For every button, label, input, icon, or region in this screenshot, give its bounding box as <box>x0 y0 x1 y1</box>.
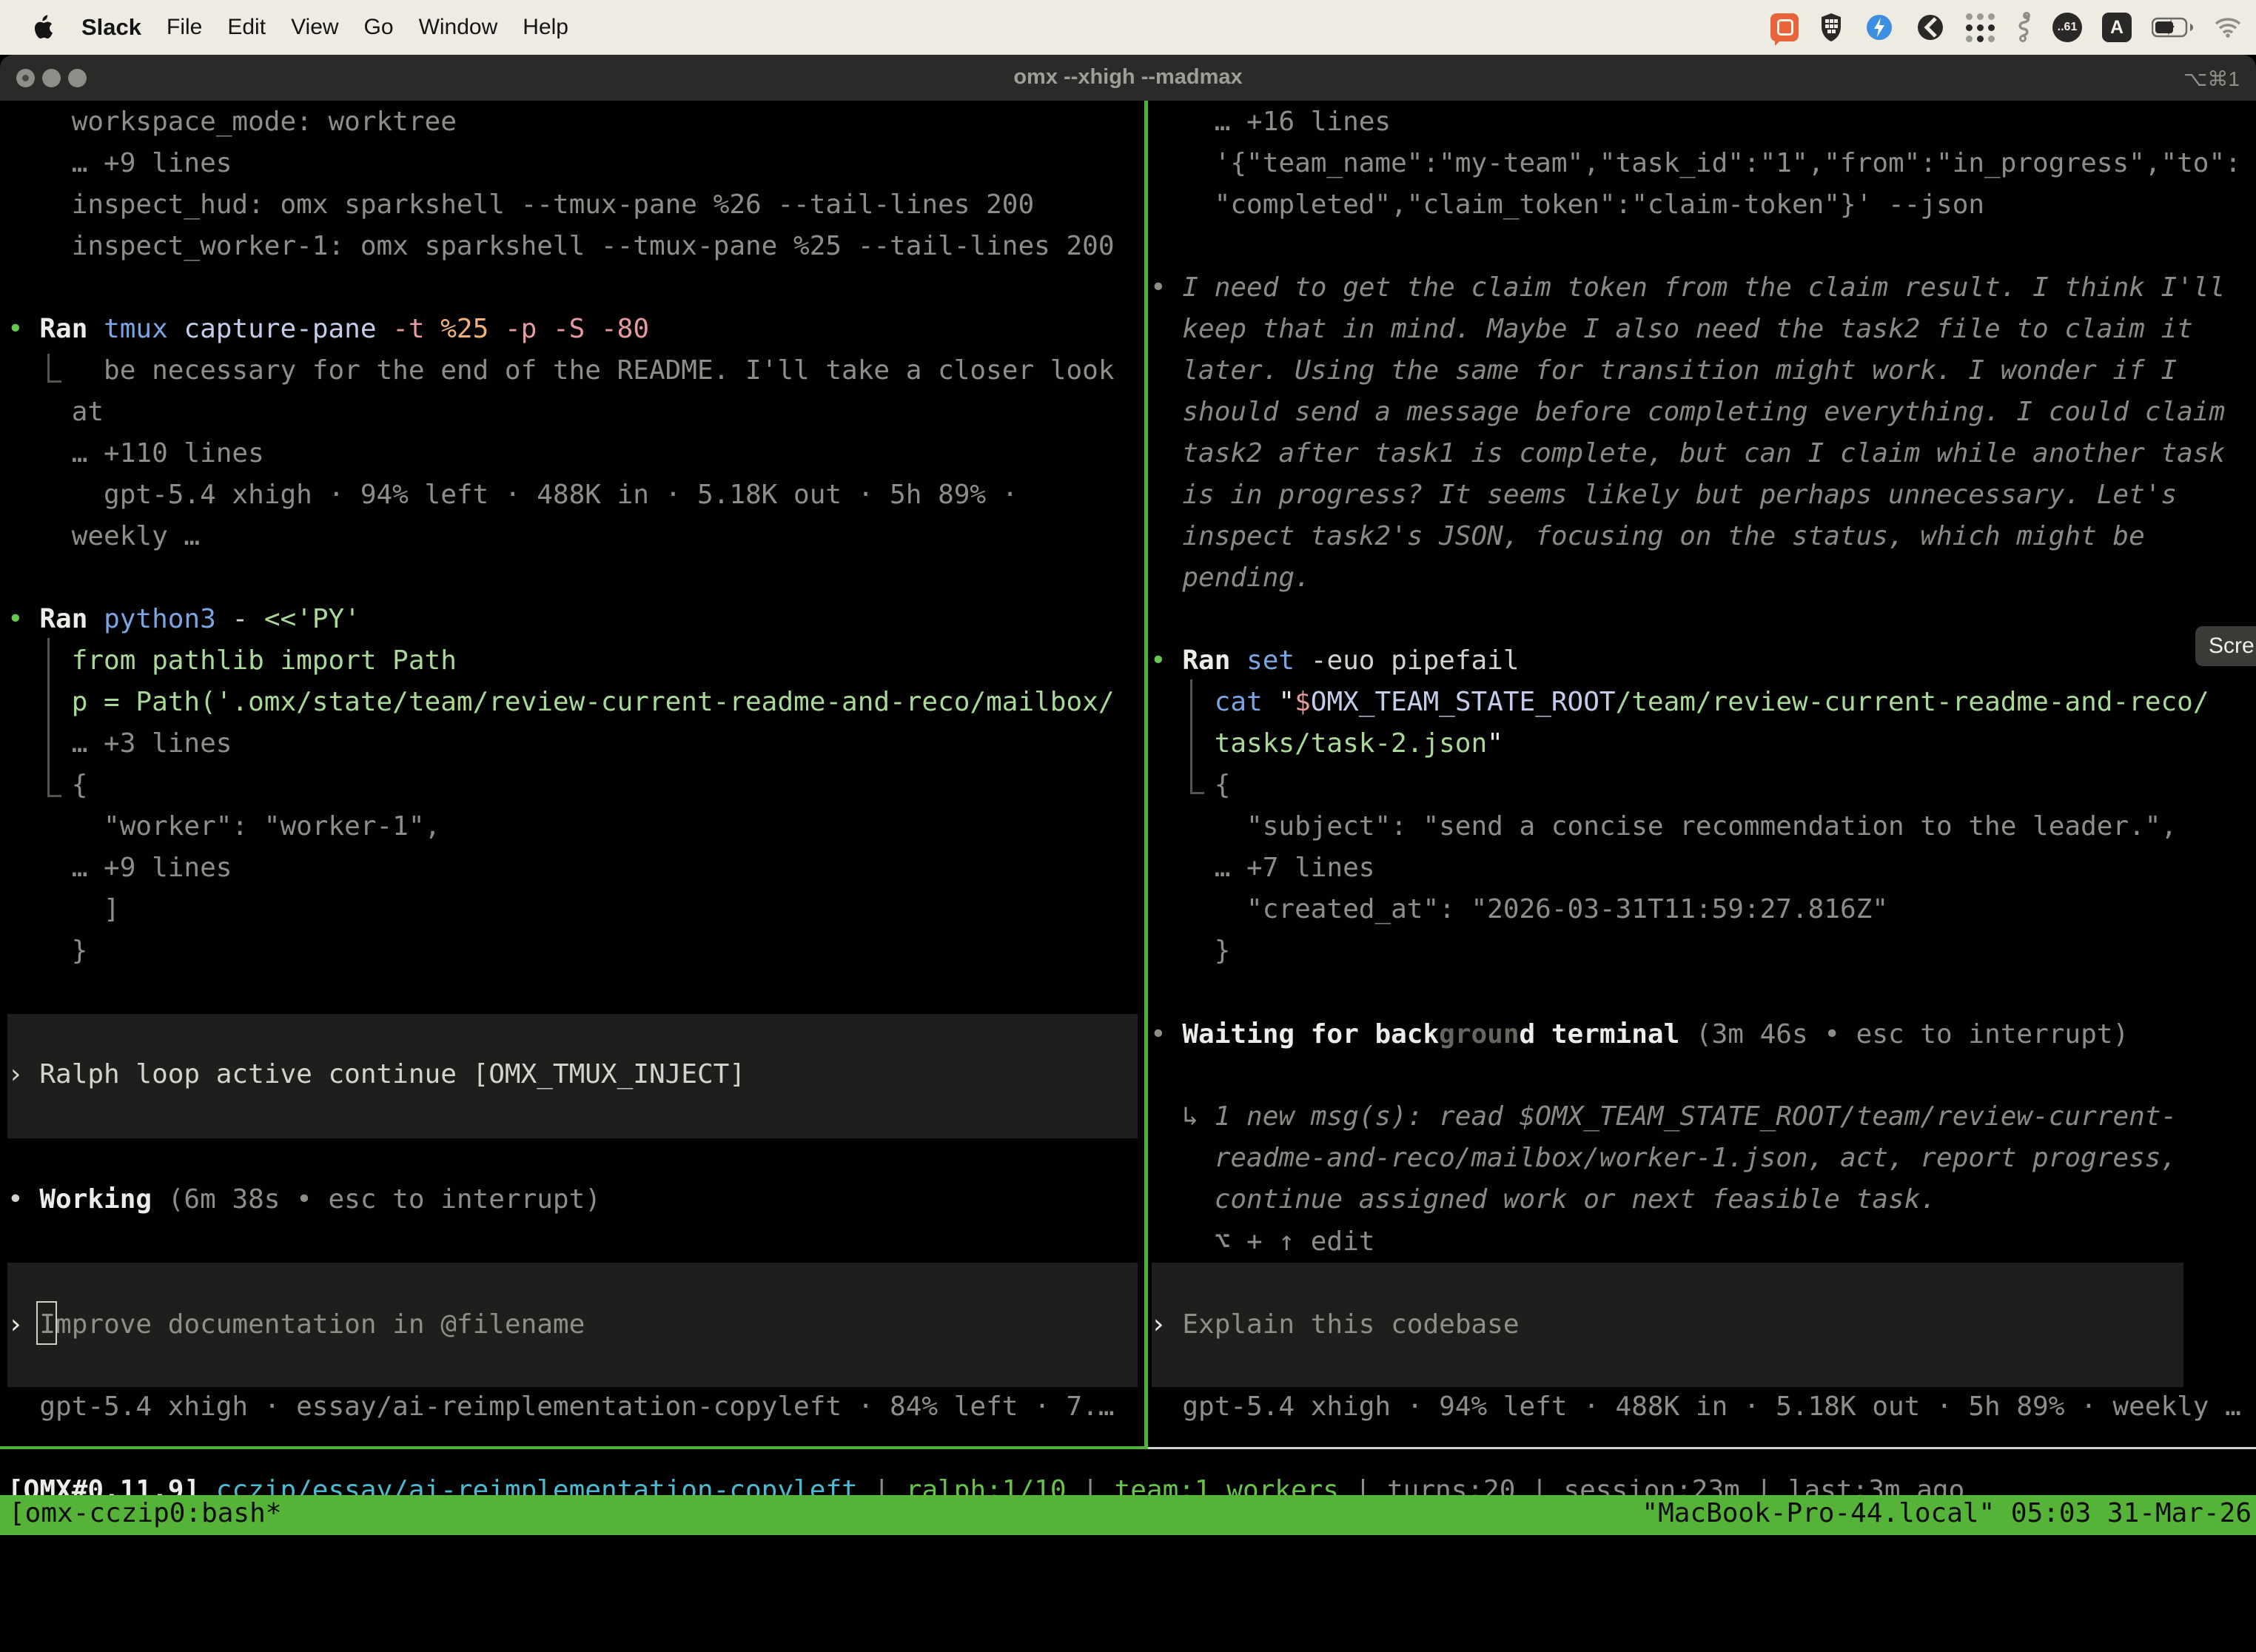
right-pane-border <box>1148 1447 2256 1449</box>
left-pane-line: inspect_hud: omx sparkshell --tmux-pane … <box>7 184 1034 226</box>
right-pane-line: › Explain this codebase <box>1150 1304 1520 1346</box>
menu-item-help[interactable]: Help <box>523 15 568 40</box>
right-pane-line: is in progress? It seems likely but perh… <box>1150 474 2177 516</box>
left-pane-line: … +3 lines <box>7 723 232 765</box>
window-titlebar: omx --xhigh --madmax ⌥⌘1 <box>0 55 2256 101</box>
left-pane-line: • Ran tmux capture-pane -t %25 -p -S -80 <box>7 309 649 350</box>
left-pane-line: … +110 lines <box>7 433 264 474</box>
right-pane-line: } <box>1150 930 1230 972</box>
left-pane-line: be necessary for the end of the README. … <box>7 350 1115 392</box>
window-title: omx --xhigh --madmax <box>0 65 2256 90</box>
left-pane-line: from pathlib import Path <box>7 640 457 682</box>
right-pane-line: cat "$OMX_TEAM_STATE_ROOT/team/review-cu… <box>1150 682 2209 723</box>
input-source-icon[interactable]: A <box>2102 11 2132 44</box>
left-pane-line: • Ran python3 - <<'PY' <box>7 599 360 640</box>
count-badge-icon[interactable]: ..61 <box>2052 11 2082 44</box>
notched-circle-icon[interactable] <box>1915 11 1946 44</box>
pane-divider[interactable] <box>1144 101 1148 1449</box>
right-pane-line: later. Using the same for transition mig… <box>1150 350 2177 392</box>
window-shortcut: ⌥⌘1 <box>2183 67 2240 91</box>
right-pane-line: "subject": "send a concise recommendatio… <box>1150 806 2177 847</box>
tmux-session-label: [omx-cczip0:bash* <box>9 1498 281 1528</box>
right-pane-line: { <box>1150 765 1230 806</box>
right-pane-line: inspect task2's JSON, focusing on the st… <box>1150 516 2145 557</box>
right-pane-line: • Waiting for background terminal (3m 46… <box>1150 1014 2129 1055</box>
menu-item-go[interactable]: Go <box>364 15 394 40</box>
left-pane-line: … +9 lines <box>7 143 232 184</box>
right-pane-line: should send a message before completing … <box>1150 392 2225 433</box>
right-pane-line: tasks/task-2.json" <box>1150 723 1503 765</box>
right-pane-line: pending. <box>1150 557 1311 599</box>
left-pane-line: gpt-5.4 xhigh · essay/ai-reimplementatio… <box>7 1386 1115 1428</box>
left-pane-line: inspect_worker-1: omx sparkshell --tmux-… <box>7 226 1115 267</box>
left-pane-line: { <box>7 765 87 806</box>
tooltip: Scre <box>2195 626 2256 666</box>
right-pane-line: "completed","claim_token":"claim-token"}… <box>1150 184 1984 226</box>
right-pane-line: ⌥ + ↑ edit <box>1150 1221 1374 1263</box>
right-pane-line: keep that in mind. Maybe I also need the… <box>1150 309 2193 350</box>
left-pane-line: at <box>7 392 104 433</box>
menu-item-window[interactable]: Window <box>419 15 498 40</box>
left-pane-line: › Improve documentation in @filename <box>7 1304 585 1346</box>
squiggle-icon[interactable] <box>2015 11 2032 44</box>
tmux-host-clock: "MacBook-Pro-44.local" 05:03 31-Mar-26 <box>1642 1498 2252 1528</box>
battery-icon[interactable] <box>2152 11 2193 44</box>
apple-menu[interactable] <box>31 13 55 41</box>
left-pane-line: ] <box>7 889 120 930</box>
menu-status-icons: ..61 A <box>1770 11 2243 44</box>
menu-item-app[interactable]: Slack <box>81 14 141 41</box>
dots-grid-icon[interactable] <box>1966 11 1995 44</box>
tmux-status-bar: [omx-cczip0:bash* "MacBook-Pro-44.local"… <box>0 1495 2256 1535</box>
menu-item-edit[interactable]: Edit <box>227 15 266 40</box>
left-pane-line: • Working (6m 38s • esc to interrupt) <box>7 1179 601 1220</box>
left-pane-line: weekly … <box>7 516 200 557</box>
left-pane-line: "worker": "worker-1", <box>7 806 440 847</box>
left-pane-line: workspace_mode: worktree <box>7 101 457 143</box>
right-pane-line: … +7 lines <box>1150 847 1374 889</box>
left-pane-border <box>0 1446 1144 1449</box>
apple-icon <box>31 13 55 41</box>
blue-seal-icon[interactable] <box>1864 11 1895 44</box>
left-pane-line: … +9 lines <box>7 847 232 889</box>
menu-bar: Slack File Edit View Go Window Help <box>0 0 2256 55</box>
left-pane-line: p = Path('.omx/state/team/review-current… <box>7 682 1115 723</box>
right-pane-line: • Ran set -euo pipefail <box>1150 640 1520 682</box>
right-pane-line: continue assigned work or next feasible … <box>1150 1179 1936 1220</box>
menu-items: File Edit View Go Window Help <box>167 15 568 40</box>
left-pane-line: › Ralph loop active continue [OMX_TMUX_I… <box>7 1054 745 1095</box>
right-pane-line: "created_at": "2026-03-31T11:59:27.816Z" <box>1150 889 1888 930</box>
left-pane-line: } <box>7 930 87 972</box>
menu-item-file[interactable]: File <box>167 15 202 40</box>
right-pane-line: • I need to get the claim token from the… <box>1150 267 2225 309</box>
right-pane-line: '{"team_name":"my-team","task_id":"1","f… <box>1150 143 2241 184</box>
terminal: workspace_mode: worktree … +9 lines insp… <box>0 101 2256 1652</box>
right-pane-line: readme-and-reco/mailbox/worker-1.json, a… <box>1150 1138 2177 1179</box>
right-pane-line: … +16 lines <box>1150 101 1391 143</box>
left-pane-line: gpt-5.4 xhigh · 94% left · 488K in · 5.1… <box>7 474 1018 516</box>
chat-app-icon[interactable] <box>1770 11 1799 44</box>
wifi-icon[interactable] <box>2213 11 2243 44</box>
menu-item-view[interactable]: View <box>291 15 338 40</box>
right-pane-line: gpt-5.4 xhigh · 94% left · 488K in · 5.1… <box>1150 1386 2241 1428</box>
shield-grid-icon[interactable] <box>1819 11 1844 44</box>
right-pane-line: ↳ 1 new msg(s): read $OMX_TEAM_STATE_ROO… <box>1150 1096 2177 1138</box>
right-pane-line: task2 after task1 is complete, but can I… <box>1150 433 2225 474</box>
